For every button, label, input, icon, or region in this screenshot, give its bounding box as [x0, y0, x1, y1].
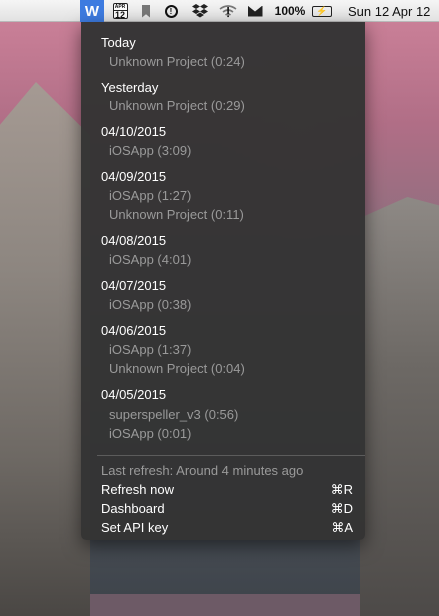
project-entry: iOSApp (0:01) — [109, 426, 192, 441]
wallpaper-cliff-left — [0, 82, 90, 616]
mail-glyph — [247, 5, 263, 17]
set-api-key-menu-item[interactable]: Set API key ⌘A — [101, 520, 353, 535]
bookmark-shape — [142, 4, 150, 18]
dropbox-icon[interactable] — [190, 0, 210, 22]
wifi-glyph — [219, 4, 237, 17]
date-header: 04/06/2015 — [101, 323, 167, 338]
project-entry: Unknown Project (0:04) — [109, 361, 245, 376]
dropbox-glyph — [192, 4, 208, 18]
date-header: 04/09/2015 — [101, 169, 167, 184]
project-entry: Unknown Project (0:29) — [109, 98, 245, 113]
clock-glyph: ! — [164, 4, 178, 18]
project-entry: iOSApp (3:09) — [109, 143, 192, 158]
menu-separator — [97, 455, 365, 456]
clock-icon[interactable]: ! — [163, 0, 179, 22]
date-header: 04/08/2015 — [101, 233, 167, 248]
date-header-today: Today — [101, 35, 136, 50]
project-entry: iOSApp (4:01) — [109, 252, 192, 267]
project-entry: superspeller_v3 (0:56) — [109, 407, 239, 422]
battery-icon[interactable]: ⚡ — [310, 0, 334, 22]
last-refresh-status: Last refresh: Around 4 minutes ago — [101, 463, 304, 478]
dropdown-menu: Today Unknown Project (0:24) Yesterday U… — [81, 22, 365, 540]
project-entry: Unknown Project (0:24) — [109, 54, 245, 69]
menu-bar: W APR 12 ! 100% ⚡ Sun 12 Apr 12 — [0, 0, 439, 22]
project-entry: iOSApp (0:38) — [109, 297, 192, 312]
refresh-now-menu-item[interactable]: Refresh now ⌘R — [101, 482, 353, 497]
menu-item-shortcut: ⌘A — [331, 520, 353, 535]
project-entry: Unknown Project (0:11) — [109, 207, 244, 222]
datetime-clock[interactable]: Sun 12 Apr 12 — [348, 0, 439, 22]
menu-item-label: Refresh now — [101, 482, 174, 497]
mail-icon[interactable] — [247, 0, 263, 22]
calendar-day: 12 — [114, 10, 125, 20]
wallpaper-cliff-right — [360, 197, 439, 616]
date-header: 04/07/2015 — [101, 278, 167, 293]
battery-percent[interactable]: 100% — [272, 0, 308, 22]
date-header: 04/05/2015 — [101, 387, 167, 402]
bookmark-icon[interactable] — [140, 0, 152, 22]
w-app-icon[interactable]: W — [80, 0, 104, 22]
date-header: 04/10/2015 — [101, 124, 167, 139]
wifi-icon[interactable] — [218, 0, 238, 22]
project-entry: iOSApp (1:37) — [109, 342, 192, 357]
menu-item-shortcut: ⌘R — [330, 482, 353, 497]
menu-item-shortcut: ⌘D — [330, 501, 353, 516]
calendar-icon[interactable]: APR 12 — [111, 0, 129, 22]
calendar-glyph: APR 12 — [112, 3, 128, 20]
menu-item-label: Set API key — [101, 520, 169, 535]
date-header-yesterday: Yesterday — [101, 80, 159, 95]
project-entry: iOSApp (1:27) — [109, 188, 192, 203]
battery-glyph: ⚡ — [312, 5, 332, 17]
menu-item-label: Dashboard — [101, 501, 165, 516]
dashboard-menu-item[interactable]: Dashboard ⌘D — [101, 501, 353, 516]
